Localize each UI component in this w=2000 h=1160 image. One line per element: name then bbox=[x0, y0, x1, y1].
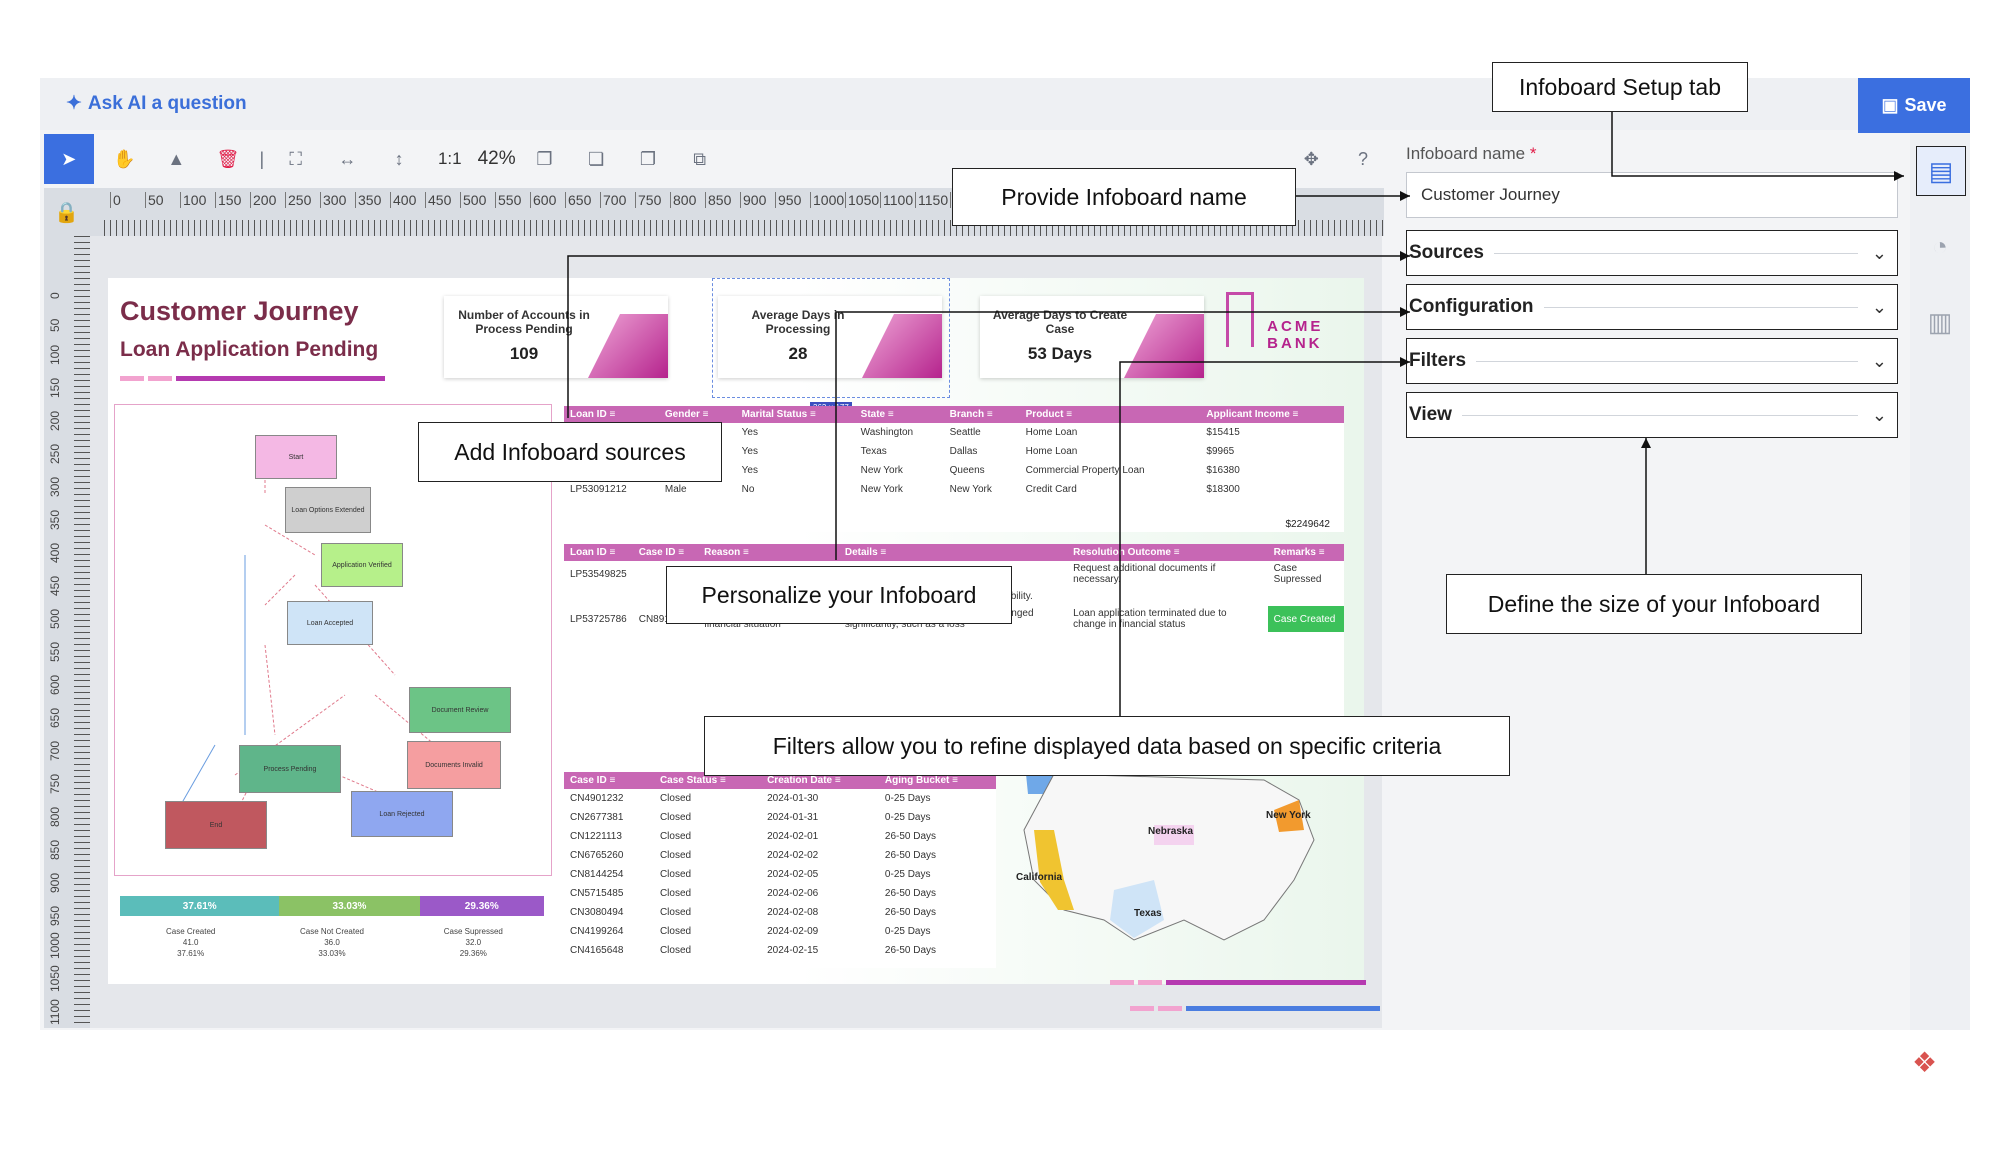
callout-setup-tab: Infoboard Setup tab bbox=[1492, 62, 1748, 112]
callout-personalize: Personalize your Infoboard bbox=[666, 566, 1012, 624]
callout-define-size: Define the size of your Infoboard bbox=[1446, 574, 1862, 634]
callout-add-sources: Add Infoboard sources bbox=[418, 422, 722, 482]
callout-provide-name: Provide Infoboard name bbox=[952, 168, 1296, 226]
callout-filters: Filters allow you to refine displayed da… bbox=[704, 716, 1510, 776]
